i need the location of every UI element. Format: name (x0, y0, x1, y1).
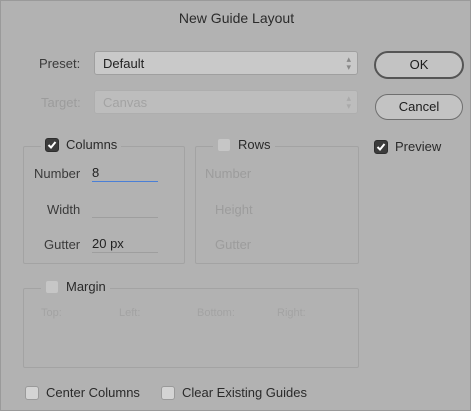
checkbox-unchecked-icon (25, 385, 39, 400)
checkbox-unchecked-icon (161, 385, 175, 400)
rows-label: Rows (238, 137, 271, 152)
checkbox-unchecked-icon (217, 137, 231, 152)
checkbox-unchecked-icon (45, 279, 59, 294)
columns-number-field[interactable]: 8 (92, 162, 158, 182)
preset-value: Default (103, 56, 145, 71)
rows-height-label: Height (215, 202, 253, 217)
rows-number-label: Number (205, 166, 252, 181)
target-value: Canvas (103, 95, 148, 110)
clear-existing-guides-checkbox[interactable]: Clear Existing Guides (161, 385, 307, 400)
preview-checkbox[interactable]: Preview (374, 139, 441, 154)
center-columns-label: Center Columns (46, 385, 140, 400)
columns-gutter-field[interactable]: 20 px (92, 233, 158, 253)
rows-gutter-label: Gutter (215, 237, 252, 252)
checkbox-checked-icon (45, 137, 59, 152)
columns-label: Columns (66, 137, 118, 152)
target-dropdown[interactable]: Canvas ▴ ▾ (94, 90, 358, 114)
columns-width-field[interactable] (92, 198, 158, 218)
margin-bottom-label: Bottom: (197, 307, 235, 319)
preview-label: Preview (395, 139, 442, 154)
columns-number-label: Number (34, 166, 81, 181)
columns-width-label: Width (47, 202, 81, 217)
margin-left-label: Left: (119, 307, 141, 319)
target-label: Target: (41, 95, 81, 110)
center-columns-checkbox[interactable]: Center Columns (25, 385, 140, 400)
rows-checkbox[interactable]: Rows (213, 137, 275, 152)
cancel-button[interactable]: Cancel (375, 94, 463, 120)
margin-top-label: Top: (41, 307, 62, 319)
margin-group (23, 288, 359, 368)
chevron-updown-icon: ▴ ▾ (346, 93, 351, 111)
margin-right-label: Right: (277, 307, 306, 319)
preset-label: Preset: (39, 56, 81, 71)
new-guide-layout-dialog: New Guide Layout Preset: Default ▴ ▾ Targ… (0, 0, 471, 411)
ok-button[interactable]: OK (374, 51, 464, 79)
columns-checkbox[interactable]: Columns (41, 137, 122, 152)
dialog-title: New Guide Layout (178, 10, 295, 26)
columns-gutter-label: Gutter (44, 237, 81, 252)
margin-checkbox[interactable]: Margin (41, 279, 110, 294)
checkbox-checked-icon (374, 139, 388, 154)
chevron-updown-icon: ▴ ▾ (346, 54, 351, 72)
margin-label: Margin (66, 279, 106, 294)
preset-dropdown[interactable]: Default ▴ ▾ (94, 51, 358, 75)
clear-existing-guides-label: Clear Existing Guides (182, 385, 307, 400)
